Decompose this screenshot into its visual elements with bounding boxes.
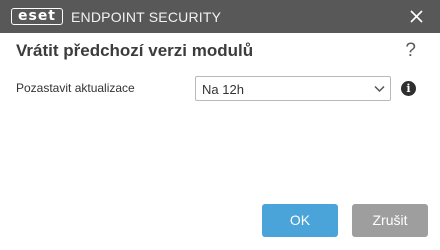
ok-button[interactable]: OK (262, 204, 338, 237)
cancel-button[interactable]: Zrušit (352, 204, 428, 237)
title-bar: eset ENDPOINT SECURITY (0, 0, 440, 33)
page-title: Vrátit předchozí verzi modulů (16, 41, 254, 60)
close-icon (410, 10, 423, 23)
pause-updates-select[interactable]: Na 12h (195, 76, 391, 101)
product-name: ENDPOINT SECURITY (71, 9, 222, 25)
pause-updates-label: Pozastavit aktualizace (16, 81, 135, 95)
info-icon[interactable]: i (401, 81, 416, 96)
eset-logo: eset (11, 8, 63, 25)
pause-updates-value: Na 12h (202, 82, 244, 97)
chevron-down-icon (374, 85, 385, 93)
help-icon[interactable]: ? (405, 40, 416, 62)
close-button[interactable] (407, 7, 426, 26)
